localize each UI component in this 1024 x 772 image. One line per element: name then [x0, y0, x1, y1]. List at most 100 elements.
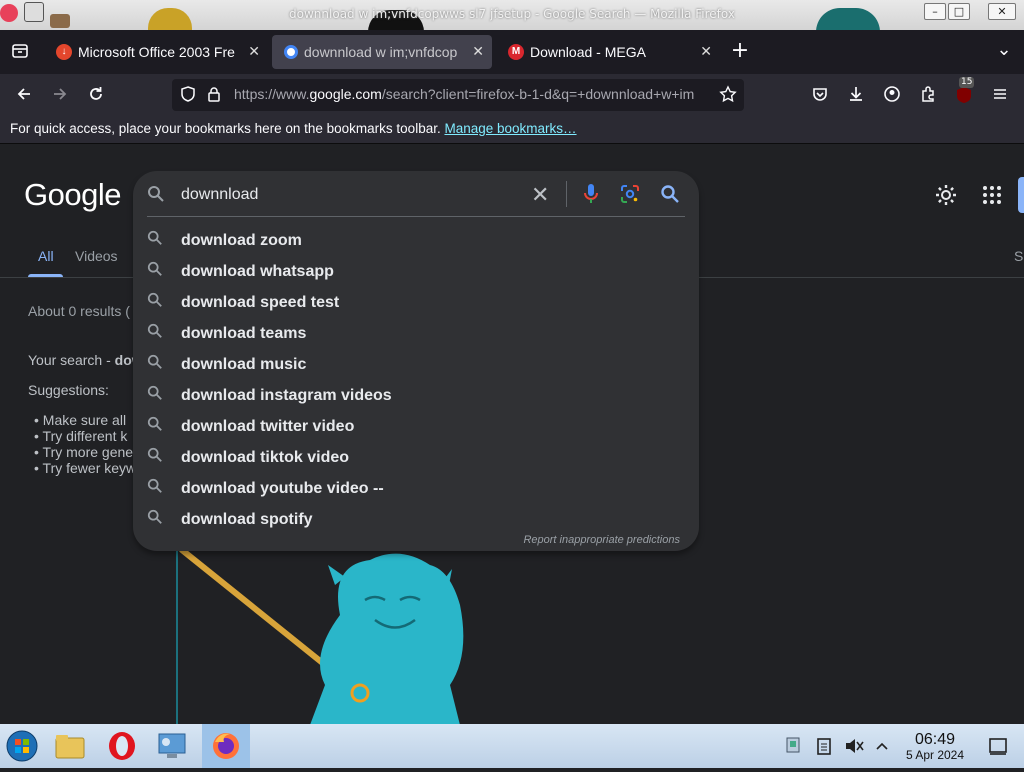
search-submit-icon[interactable]	[660, 184, 680, 209]
pocket-icon[interactable]	[810, 85, 830, 105]
manage-bookmarks-link[interactable]: Manage bookmarks…	[444, 121, 576, 136]
google-lens-icon[interactable]	[620, 184, 640, 209]
suggestion-item[interactable]: download youtube video --	[147, 473, 685, 504]
report-predictions-link[interactable]: Report inappropriate predictions	[523, 534, 680, 546]
control-panel-icon[interactable]	[156, 730, 188, 762]
sign-in-button[interactable]	[1018, 177, 1024, 213]
voice-search-mic-icon[interactable]	[583, 183, 599, 210]
clipboard-tray-icon[interactable]	[816, 736, 832, 756]
tab-mega[interactable]: M Download - MEGA ✕	[496, 35, 720, 69]
bookmarks-toolbar: For quick access, place your bookmarks h…	[0, 116, 1024, 144]
suggestion-text: download twitter video	[181, 417, 355, 435]
opera-browser-icon[interactable]	[106, 730, 138, 762]
tab-videos[interactable]: Videos	[75, 248, 118, 264]
forward-button[interactable]	[50, 85, 70, 105]
start-menu-icon[interactable]	[6, 730, 38, 762]
system-clock[interactable]: 06:49 5 Apr 2024	[900, 732, 970, 763]
settings-gear-icon[interactable]	[934, 183, 958, 212]
search-autocomplete-dropdown: downnload ✕ download zoom download whatsa…	[133, 171, 699, 551]
suggestion-search-icon	[147, 385, 167, 406]
suggestion-search-icon	[147, 416, 167, 437]
suggestion-item[interactable]: download teams	[147, 318, 685, 349]
new-tab-button[interactable]: +	[730, 40, 750, 62]
back-arrow-icon	[17, 88, 30, 100]
close-window-button[interactable]: ✕	[988, 3, 1016, 20]
suggestion-item[interactable]: download tiktok video	[147, 442, 685, 473]
mega-favicon-icon: M	[508, 44, 524, 60]
suggestion-text: download whatsapp	[181, 262, 334, 280]
bookmarks-hint-text: For quick access, place your bookmarks h…	[10, 121, 441, 136]
results-count: About 0 results (	[28, 303, 130, 319]
suggestion-text: download tiktok video	[181, 448, 350, 466]
tab-microsoft-office[interactable]: ↓ Microsoft Office 2003 Fre ✕	[44, 35, 268, 69]
ublock-extension-icon[interactable]: 15	[954, 77, 975, 105]
close-tab-icon[interactable]: ✕	[248, 43, 260, 60]
suggestions-heading: Suggestions:	[28, 382, 109, 398]
file-manager-icon[interactable]	[54, 730, 86, 762]
taskbar: 06:49 5 Apr 2024	[0, 724, 1024, 768]
suggestion-search-icon	[147, 323, 167, 344]
url-text[interactable]: https://www.google.com/search?client=fir…	[234, 86, 712, 102]
google-favicon-icon	[284, 45, 298, 59]
download-red-favicon-icon: ↓	[56, 44, 72, 60]
hamburger-menu-icon[interactable]	[990, 85, 1010, 105]
network-tray-icon[interactable]	[784, 736, 802, 756]
tab-google-search[interactable]: downnload w im;vnfdcop ✕	[272, 35, 492, 69]
clock-date: 5 Apr 2024	[905, 748, 965, 762]
firefox-view-icon[interactable]	[10, 42, 30, 62]
minimize-button[interactable]: –	[924, 3, 946, 20]
lock-icon[interactable]	[204, 85, 224, 105]
suggestion-item[interactable]: download zoom	[147, 225, 685, 256]
tools-partial-label[interactable]: S	[1014, 248, 1023, 264]
bookmark-star-icon[interactable]	[718, 85, 738, 105]
search-divider	[566, 181, 567, 207]
downloads-icon[interactable]	[846, 85, 866, 105]
firefox-icon	[213, 733, 239, 759]
tab-label: downnload w im;vnfdcop	[304, 44, 458, 60]
suggestion-item[interactable]: download spotify	[147, 504, 685, 535]
google-results-page: Google All Videos S About 0 results ( Yo…	[0, 145, 1024, 724]
tab-all[interactable]: All	[38, 248, 54, 264]
suggestion-search-icon	[147, 261, 167, 282]
google-logo[interactable]: Google	[24, 177, 121, 213]
suggestion-item[interactable]: download twitter video	[147, 411, 685, 442]
suggestion-search-icon	[147, 292, 167, 313]
suggestion-item[interactable]: download whatsapp	[147, 256, 685, 287]
tab-label: Download - MEGA	[530, 44, 646, 60]
close-tab-icon[interactable]: ✕	[472, 43, 484, 60]
suggestion-search-icon	[147, 447, 167, 468]
suggestion-text: download teams	[181, 324, 307, 342]
search-divider-line	[147, 216, 685, 217]
fishing-mascot-illustration	[176, 545, 464, 724]
url-bar[interactable]: https://www.google.com/search?client=fir…	[172, 79, 744, 111]
suggestion-search-icon	[147, 509, 167, 530]
suggestion-text: download instagram videos	[181, 386, 392, 404]
firefox-taskbar-button[interactable]	[202, 724, 250, 768]
suggestion-search-icon	[147, 478, 167, 499]
list-all-tabs-button[interactable]: ⌄	[994, 40, 1014, 60]
extensions-icon[interactable]	[918, 85, 938, 105]
back-button[interactable]	[14, 85, 34, 105]
tracking-shield-icon[interactable]	[178, 85, 198, 105]
suggestion-bullet: • Make sure all	[34, 412, 127, 428]
show-desktop-icon[interactable]	[988, 736, 1008, 756]
close-tab-icon[interactable]: ✕	[700, 43, 712, 60]
google-apps-grid-icon[interactable]	[982, 185, 1002, 210]
forward-arrow-icon	[54, 88, 67, 100]
clear-search-icon[interactable]: ✕	[531, 182, 549, 208]
suggestion-item[interactable]: download instagram videos	[147, 380, 685, 411]
reload-button[interactable]	[86, 85, 106, 105]
search-input[interactable]: downnload	[181, 186, 258, 204]
no-results-message: Your search - dow	[28, 352, 143, 368]
volume-muted-icon[interactable]	[844, 736, 864, 756]
suggestion-text: download youtube video --	[181, 479, 384, 497]
suggestion-item[interactable]: download music	[147, 349, 685, 380]
suggestion-search-icon	[147, 230, 167, 251]
maximize-button[interactable]: □	[948, 3, 970, 20]
suggestion-item[interactable]: download speed test	[147, 287, 685, 318]
window-titlebar: downnload w im;vnfdcopwws sl7 jfsetup - …	[0, 0, 1024, 32]
account-icon[interactable]	[882, 85, 902, 105]
suggestion-bullet: • Try more gene	[34, 444, 134, 460]
tray-expand-chevron-icon[interactable]	[874, 738, 890, 754]
suggestion-text: download zoom	[181, 231, 302, 249]
